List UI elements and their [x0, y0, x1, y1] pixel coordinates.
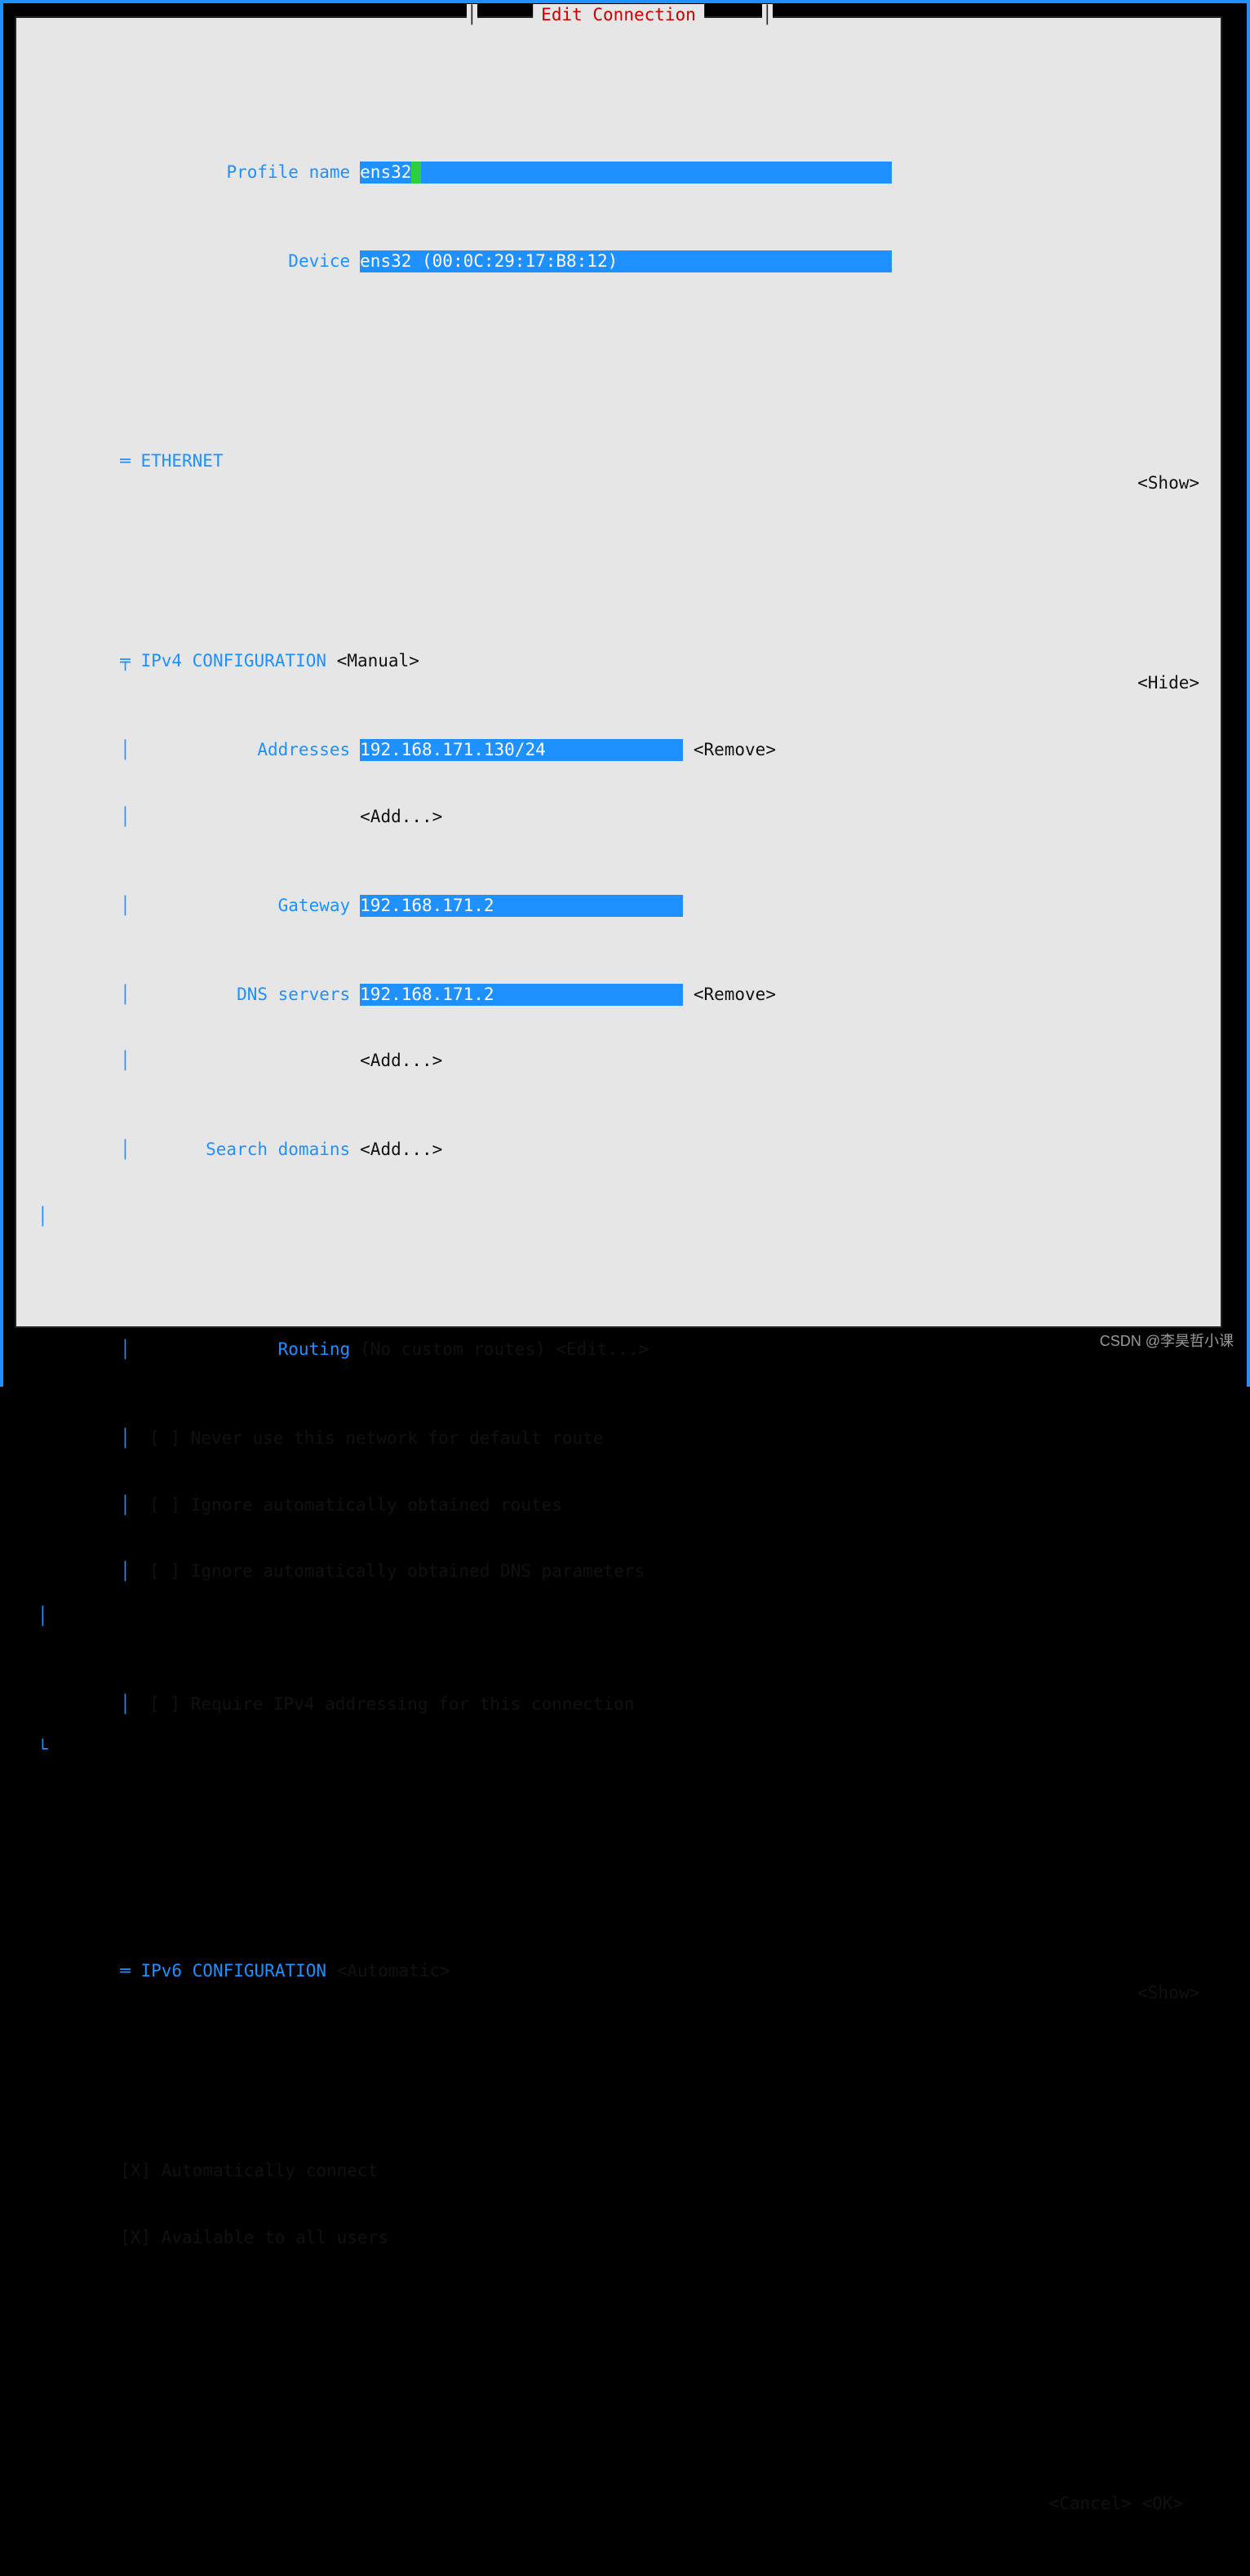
tree-line: │: [120, 1693, 149, 1715]
cb-ignore-dns[interactable]: [ ] Ignore automatically obtained DNS pa…: [149, 1561, 645, 1581]
cb-never-default[interactable]: [ ] Never use this network for default r…: [149, 1428, 603, 1448]
dns-value: 192.168.171.2: [360, 985, 494, 1004]
checkbox-empty: [ ]: [149, 1428, 180, 1448]
tree-line: │: [38, 1206, 67, 1228]
tree-line: │: [120, 739, 149, 761]
checkbox-empty: [ ]: [149, 1495, 180, 1515]
cb-ignore-routes[interactable]: [ ] Ignore automatically obtained routes: [149, 1495, 562, 1515]
addresses-add-button[interactable]: <Add...>: [360, 807, 442, 826]
addresses-input[interactable]: 192.168.171.130/24: [360, 739, 683, 761]
addresses-remove-button[interactable]: <Remove>: [694, 740, 776, 759]
routing-label: Routing: [149, 1339, 350, 1361]
checkbox-empty: [ ]: [149, 1561, 180, 1581]
ipv4-hide-button[interactable]: <Hide>: [1137, 672, 1199, 694]
search-domains-label: Search domains: [149, 1139, 350, 1161]
search-domains-add-button[interactable]: <Add...>: [360, 1140, 442, 1159]
gateway-value: 192.168.171.2: [360, 896, 494, 915]
cb-all-users-label: Available to all users: [162, 2228, 388, 2247]
tree-line: │: [120, 1494, 149, 1516]
cb-autoconnect-label: Automatically connect: [162, 2161, 379, 2180]
tree-line: │: [120, 806, 149, 828]
tree-corner: └: [38, 1738, 67, 1760]
dns-label: DNS servers: [149, 984, 350, 1006]
dialog-title: Edit Connection: [533, 4, 704, 26]
device-label: Device: [120, 250, 350, 272]
tree-line: │: [120, 1427, 149, 1450]
cb-require-ipv4-label: Require IPv4 addressing for this connect…: [191, 1694, 635, 1714]
dns-remove-button[interactable]: <Remove>: [694, 985, 776, 1004]
cb-autoconnect[interactable]: [X] Automatically connect: [120, 2161, 378, 2180]
profile-name-label: Profile name: [120, 162, 350, 184]
tree-line: │: [38, 1605, 67, 1627]
ipv6-show-button[interactable]: <Show>: [1137, 1982, 1199, 2004]
addresses-value: 192.168.171.130/24: [360, 740, 546, 759]
dialog-panel: │ Edit Connection │ Profile nameens32 De…: [15, 16, 1222, 1328]
gateway-label: Gateway: [149, 895, 350, 917]
tree-line: │: [120, 1560, 149, 1582]
ok-button[interactable]: <OK>: [1141, 2494, 1183, 2513]
cb-all-users[interactable]: [X] Available to all users: [120, 2228, 388, 2247]
ipv6-header: IPv6 CONFIGURATION: [140, 1961, 326, 1981]
dns-input[interactable]: 192.168.171.2: [360, 984, 683, 1006]
section-marker-ethernet: ═: [120, 451, 140, 471]
text-cursor: [411, 162, 421, 184]
tree-line: │: [120, 1339, 149, 1361]
device-input[interactable]: ens32 (00:0C:29:17:B8:12): [360, 250, 892, 272]
section-marker-ipv4: ╤: [120, 651, 140, 671]
cb-ignore-routes-label: Ignore automatically obtained routes: [191, 1495, 562, 1515]
cb-never-default-label: Never use this network for default route: [191, 1428, 604, 1448]
gateway-input[interactable]: 192.168.171.2: [360, 895, 683, 917]
ipv4-mode-select[interactable]: <Manual>: [337, 651, 419, 671]
tree-line: │: [120, 895, 149, 917]
ipv4-header: IPv4 CONFIGURATION: [140, 651, 326, 671]
profile-name-value: ens32: [360, 162, 411, 182]
ethernet-header: ETHERNET: [140, 451, 223, 471]
title-pipe-left: │: [467, 4, 477, 26]
routing-value: (No custom routes): [360, 1339, 546, 1359]
tree-line: │: [120, 1050, 149, 1072]
tree-line: │: [120, 1139, 149, 1161]
profile-name-input[interactable]: ens32: [360, 162, 892, 184]
checkbox-checked: [X]: [120, 2228, 151, 2247]
routing-edit-button[interactable]: <Edit...>: [556, 1339, 649, 1359]
watermark-text: CSDN @李昊哲小课: [1100, 1332, 1234, 1351]
tree-line: │: [120, 984, 149, 1006]
ethernet-show-button[interactable]: <Show>: [1137, 472, 1199, 494]
ipv6-mode-select[interactable]: <Automatic>: [337, 1961, 450, 1981]
addresses-label: Addresses: [149, 739, 350, 761]
title-pipe-right: │: [762, 4, 773, 26]
cancel-button[interactable]: <Cancel>: [1049, 2494, 1132, 2513]
cb-require-ipv4[interactable]: [ ] Require IPv4 addressing for this con…: [149, 1694, 634, 1714]
device-value: ens32 (00:0C:29:17:B8:12): [360, 251, 618, 271]
terminal-window: │ Edit Connection │ Profile name ens32 De…: [0, 0, 1250, 1387]
dns-add-button[interactable]: <Add...>: [360, 1051, 442, 1070]
section-marker-ipv6: ═: [120, 1961, 140, 1981]
cb-ignore-dns-label: Ignore automatically obtained DNS parame…: [191, 1561, 645, 1581]
checkbox-checked: [X]: [120, 2161, 151, 2180]
checkbox-empty: [ ]: [149, 1694, 180, 1714]
